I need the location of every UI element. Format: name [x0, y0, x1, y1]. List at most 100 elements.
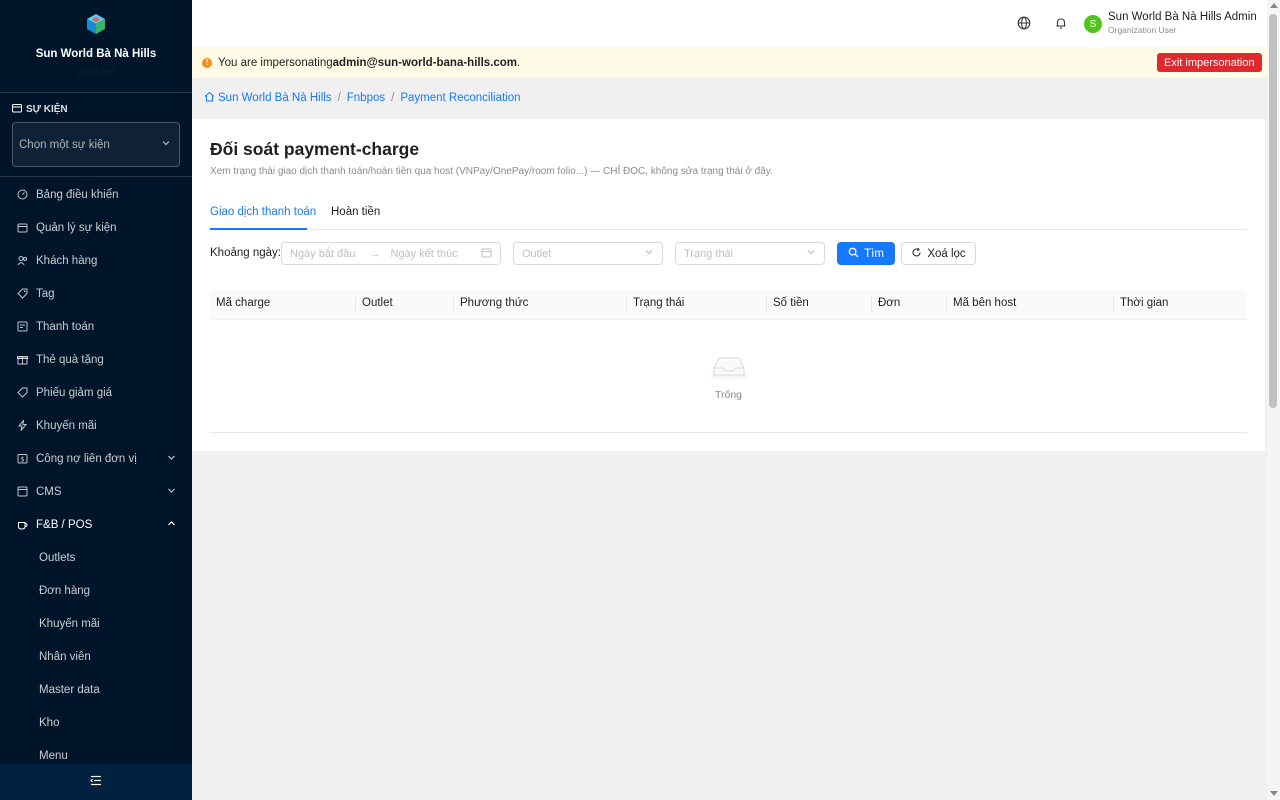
coupon-icon [16, 387, 28, 399]
column-header[interactable]: Số tiền [773, 297, 809, 309]
empty-inbox-icon [708, 350, 750, 380]
divider [0, 176, 192, 177]
sidebar-item-payment[interactable]: Thanh toán [0, 310, 192, 343]
event-select[interactable]: Chọn một sự kiện [12, 122, 180, 167]
calendar-icon [16, 222, 28, 234]
user-name[interactable]: Sun World Bà Nà Hills Admin [1108, 11, 1257, 23]
calendar-icon [481, 247, 492, 261]
scroll-down-arrow-icon[interactable] [1270, 791, 1278, 796]
coffee-icon [16, 519, 28, 531]
sidebar-item-customers[interactable]: Khách hàng [0, 244, 192, 277]
breadcrumb-separator: / [391, 92, 395, 104]
exit-impersonation-button[interactable]: Exit impersonation [1157, 53, 1262, 72]
sidebar-subitem-outlets[interactable]: Outlets [0, 541, 192, 574]
scroll-up-arrow-icon[interactable] [1270, 3, 1278, 8]
sidebar-collapse-button[interactable] [0, 764, 192, 800]
top-header: S Sun World Bà Nà Hills Admin Organizati… [192, 0, 1267, 47]
table-header: Mã charge Outlet Phương thức Trạng thái … [210, 289, 1247, 320]
end-date-input[interactable]: Ngày kết thúc [390, 248, 457, 260]
breadcrumb-separator: / [337, 92, 341, 104]
impersonated-email: admin@sun-world-bana-hills.com [332, 56, 518, 69]
status-select[interactable]: Trạng thái [675, 242, 825, 265]
sidebar-subitem-promotions[interactable]: Khuyến mãi [0, 607, 192, 640]
avatar[interactable]: S [1084, 15, 1102, 33]
column-separator [626, 297, 627, 312]
column-header[interactable]: Đơn [878, 297, 900, 309]
column-header[interactable]: Phương thức [460, 297, 528, 309]
sidebar-subitem-warehouse[interactable]: Kho [0, 706, 192, 739]
impersonation-banner: ! You are impersonating admin@sun-world-… [192, 47, 1267, 78]
chevron-down-icon [167, 486, 176, 498]
users-icon [16, 255, 28, 267]
outlet-select[interactable]: Outlet [513, 242, 663, 265]
column-header[interactable]: Trạng thái [633, 297, 684, 309]
gift-icon [16, 354, 28, 366]
sidebar-item-label: Phiếu giảm giá [36, 386, 113, 399]
search-button-label: Tìm [864, 247, 884, 260]
column-header[interactable]: Thời gian [1120, 297, 1168, 309]
warning-icon: ! [202, 57, 212, 68]
breadcrumb-item-org[interactable]: Sun World Bà Nà Hills [218, 92, 332, 104]
payment-icon [16, 321, 28, 333]
reconciliation-table: Mã charge Outlet Phương thức Trạng thái … [210, 289, 1247, 433]
date-range-picker[interactable]: Ngày bắt đầu → Ngày kết thúc [281, 242, 501, 265]
tab-refunds[interactable]: Hoàn tiền [331, 206, 380, 218]
tabs: Giao dịch thanh toán Hoàn tiền [210, 197, 1247, 230]
sidebar-item-gift-cards[interactable]: Thẻ quà tặng [0, 343, 192, 376]
tab-payment-transactions[interactable]: Giao dịch thanh toán [210, 206, 316, 218]
start-date-input[interactable]: Ngày bắt đầu [290, 248, 355, 260]
sidebar-item-cms[interactable]: CMS [0, 475, 192, 508]
svg-text:$: $ [20, 456, 24, 464]
sidebar-item-label: F&B / POS [36, 518, 93, 531]
event-section-text: SỰ KIỆN [26, 104, 68, 115]
outlet-select-placeholder: Outlet [522, 247, 552, 260]
banner-prefix: You are impersonating [218, 56, 333, 69]
sidebar-subitem-staff[interactable]: Nhân viên [0, 640, 192, 673]
column-header[interactable]: Mã bên host [953, 297, 1016, 309]
sidebar-item-promotions[interactable]: Khuyến mãi [0, 409, 192, 442]
event-section-icon [12, 103, 22, 116]
scrollbar-thumb[interactable] [1269, 14, 1277, 408]
divider [0, 92, 192, 93]
search-button[interactable]: Tìm [837, 242, 895, 265]
breadcrumb-item-fnbpos[interactable]: Fnbpos [347, 92, 385, 104]
sidebar: Sun World Bà Nà Hills protected SỰ KIỆN … [0, 0, 192, 800]
sidebar-item-label: Tag [36, 287, 55, 300]
bell-icon[interactable] [1054, 16, 1068, 30]
main-card: Đối soát payment-charge Xem trạng thái g… [192, 119, 1265, 451]
sidebar-item-label: Thẻ quà tặng [36, 353, 104, 366]
sidebar-item-dashboard[interactable]: Bảng điều khiển [0, 178, 192, 211]
dashboard-icon [16, 189, 28, 201]
thunder-icon [16, 420, 28, 432]
clear-filters-button[interactable]: Xoá lọc [901, 242, 976, 265]
sidebar-item-coupons[interactable]: Phiếu giảm giá [0, 376, 192, 409]
table-body: Trống [210, 320, 1247, 433]
sidebar-item-label: Thanh toán [36, 320, 95, 333]
sidebar-item-events[interactable]: Quản lý sự kiện [0, 211, 192, 244]
clear-filters-label: Xoá lọc [927, 247, 966, 260]
sidebar-menu: Bảng điều khiển Quản lý sự kiện Khách hà… [0, 178, 192, 772]
sidebar-subitem-master-data[interactable]: Master data [0, 673, 192, 706]
reload-icon [911, 247, 922, 261]
page-description: Xem trạng thái giao dịch thanh toán/hoàn… [210, 166, 773, 177]
sidebar-subitem-orders[interactable]: Đơn hàng [0, 574, 192, 607]
sidebar-item-inter-unit-debt[interactable]: $ Công nợ liên đơn vị [0, 442, 192, 475]
breadcrumb-item-current[interactable]: Payment Reconciliation [400, 92, 520, 104]
column-header[interactable]: Outlet [362, 297, 393, 309]
event-section-label: SỰ KIỆN [12, 103, 68, 116]
sidebar-item-tag[interactable]: Tag [0, 277, 192, 310]
globe-icon[interactable] [1017, 16, 1031, 30]
sidebar-item-label: Công nợ liên đơn vị [36, 452, 137, 465]
chevron-down-icon [161, 138, 171, 151]
page-title: Đối soát payment-charge [210, 139, 420, 159]
sidebar-item-label: Khách hàng [36, 254, 98, 267]
active-tab-indicator [210, 228, 307, 230]
sidebar-item-fnb-pos[interactable]: F&B / POS [0, 508, 192, 541]
user-role: Organization User [1108, 25, 1177, 35]
column-header[interactable]: Mã charge [216, 297, 270, 309]
sidebar-item-label: CMS [36, 485, 62, 498]
cms-icon [16, 486, 28, 498]
chevron-down-icon [167, 453, 176, 465]
banner-suffix: . [517, 56, 521, 69]
debt-icon: $ [16, 453, 28, 465]
